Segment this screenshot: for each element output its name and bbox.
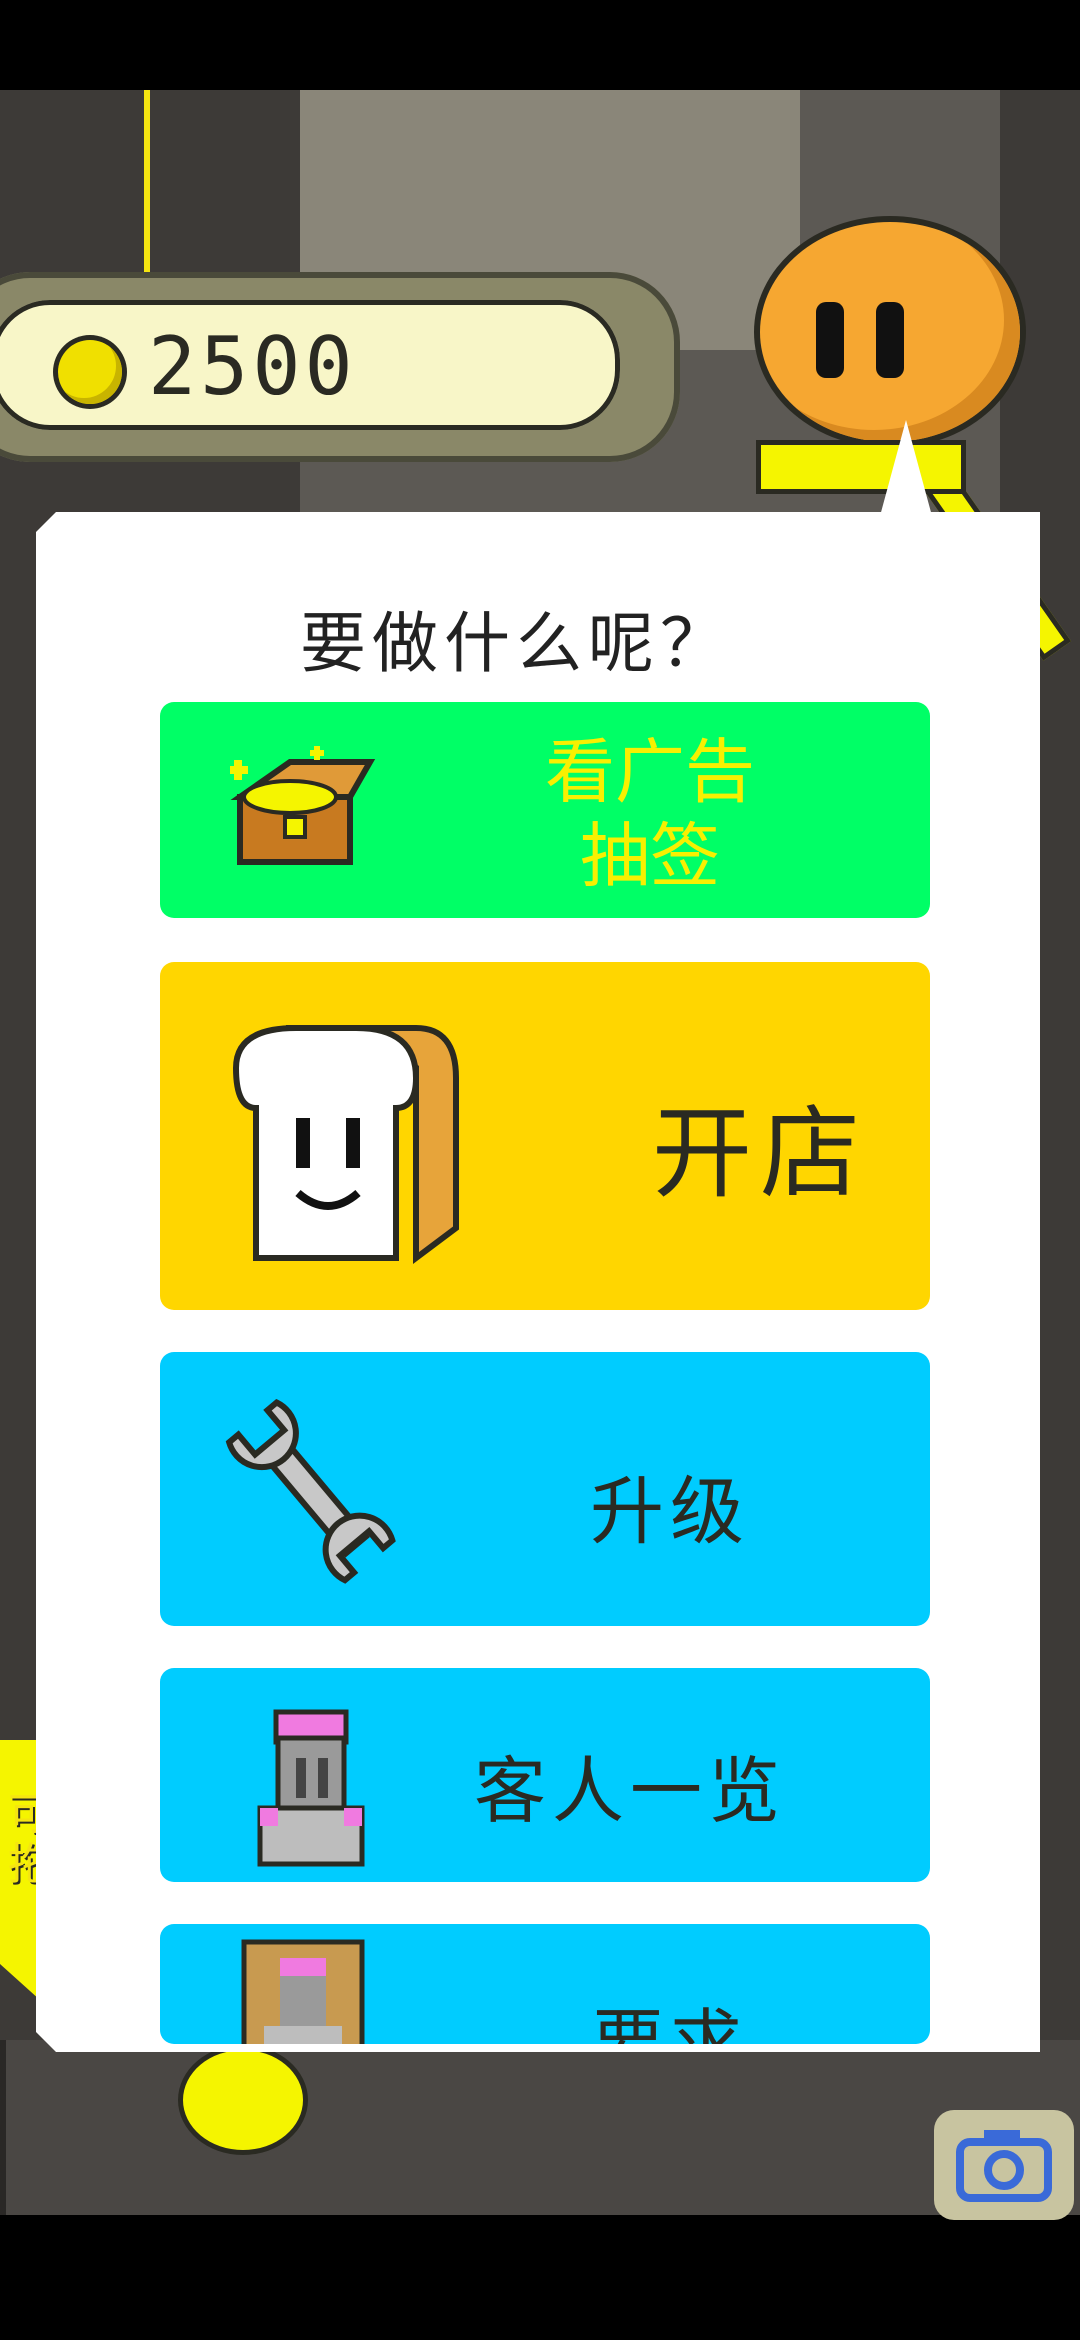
guest-list-button[interactable]: 客人一览 [160,1668,930,1882]
game-screen: 2500 可以拖动 要做什么呢？ 看广告 抽签 [0,0,1080,2340]
camera-button[interactable] [934,2110,1074,2220]
coin-counter-panel: 2500 [0,300,620,430]
lottery-label-line-1: 看广告 [545,731,755,813]
lottery-label-line-2: 抽签 [580,815,720,897]
request-label: 要求 [591,2001,748,2044]
guest-list-label: 客人一览 [473,1749,786,1833]
wrench-icon [225,1398,396,1584]
upgrade-button[interactable]: 升级 [160,1352,930,1626]
open-shop-button[interactable]: 开店 [160,962,930,1310]
coin-count: 2500 [148,320,357,413]
character-collar [756,440,966,494]
upgrade-label: 升级 [590,1469,750,1555]
treasure-chest-icon [230,746,376,865]
yellow-egg [178,2045,308,2155]
character-right-eye [876,302,904,378]
request-button[interactable]: 要求 [160,1924,930,2044]
character-left-eye [816,302,844,378]
dialog-title-text: 要做什么呢？ [300,605,732,682]
open-shop-label: 开店 [652,1095,868,1212]
dialog-title: 要做什么呢？ [300,590,732,686]
character-head[interactable] [760,222,1020,442]
bread-icon [232,1025,459,1264]
camera-icon [956,2130,1052,2202]
customer-portrait-icon [241,1939,365,2044]
watch-ad-lottery-label: 看广告 抽签 [500,730,800,898]
dialog-pointer [880,420,932,516]
watch-ad-lottery-button[interactable]: 看广告 抽签 [160,702,930,918]
coin-counter: 2500 [0,272,680,462]
background-floor [0,2040,1080,2215]
customer-icon [257,1709,365,1867]
gold-coin-icon [58,340,122,404]
